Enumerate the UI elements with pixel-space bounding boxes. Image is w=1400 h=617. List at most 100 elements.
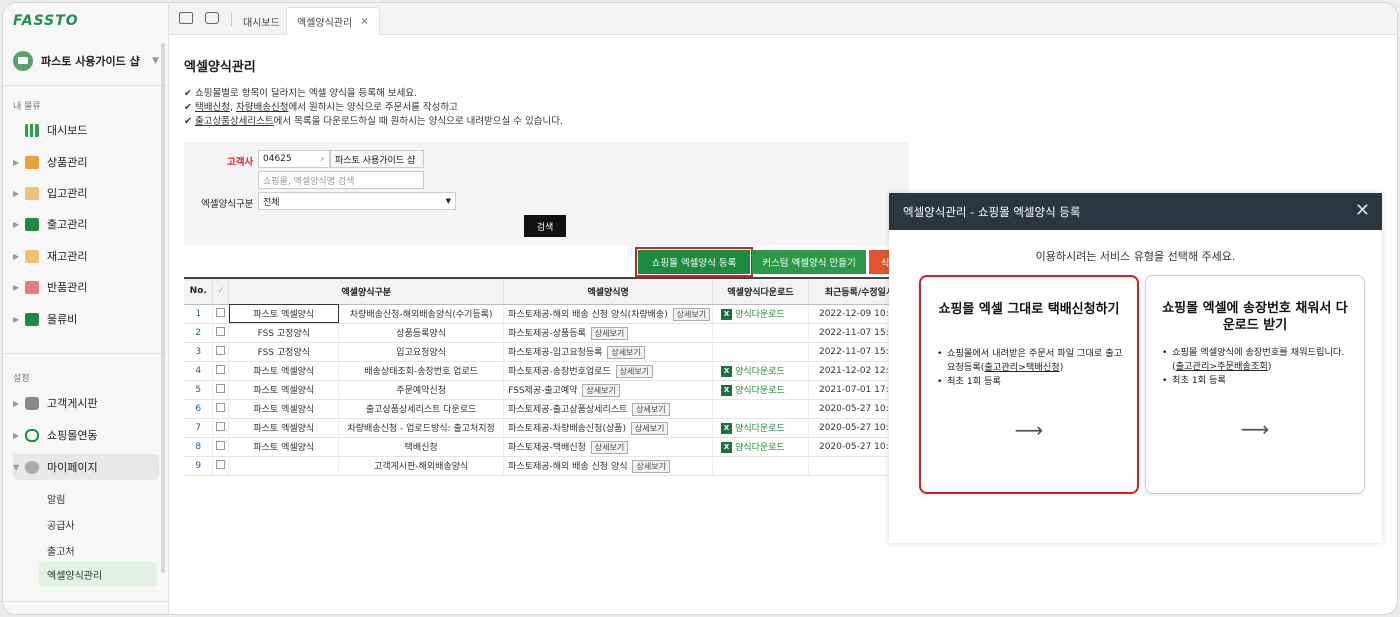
row-form-type: 파스토 엑셀양식 bbox=[228, 418, 340, 438]
divider bbox=[231, 12, 232, 26]
divider bbox=[3, 353, 169, 354]
table-row[interactable]: 8 파스토 엑셀양식 택배신청 파스토제공-택배신청 상세보기 X 양식다운로드 2020-… bbox=[184, 437, 912, 457]
row-checkbox[interactable] bbox=[212, 399, 230, 419]
excel-icon: X bbox=[721, 385, 733, 396]
bullet-text: ) bbox=[1059, 362, 1064, 373]
table-row[interactable]: 6 파스토 엑셀양식 출고상품상세리스트 다운로드 파스토제공-출고상품상세리스트 상… bbox=[184, 399, 912, 419]
sidebar-item-products[interactable]: ▶ 상품관리 bbox=[13, 149, 159, 175]
checkbox[interactable] bbox=[216, 440, 226, 450]
sidebar-subitem-destinations[interactable]: 출고처 bbox=[47, 543, 75, 558]
filter-panel: 고객사 04625 ⌕ 파스토 사용가이드 샵 쇼핑몰, 엑셀양식명 검색 엑셀… bbox=[184, 142, 909, 245]
row-form-type: 파스토 엑셀양식 bbox=[228, 304, 340, 324]
option-card-invoice[interactable]: 쇼핑몰 엑셀에 송장번호 채워서 다운로드 받기 쇼핑몰 엑셀양식에 송장번호를… bbox=[1145, 275, 1365, 494]
sidebar-item-label: 고객게시판 bbox=[47, 397, 98, 410]
row-checkbox[interactable] bbox=[212, 437, 230, 457]
search-icon[interactable]: ⌕ bbox=[320, 154, 325, 164]
sidebar-item-fees[interactable]: ▶ 물류비 bbox=[13, 306, 159, 332]
row-number: 3 bbox=[184, 342, 214, 362]
app-window: FASSTO 파스토 사용가이드 샵 ▼ 내 물류 대시보드 ▶ 상품관리 ▶ … bbox=[2, 2, 1398, 615]
note-text: ✔ 쇼핑몰별로 항목이 달라지는 엑셀 양식을 등록해 보세요. bbox=[184, 88, 418, 99]
note-link-vehicle[interactable]: 차량배송신청 bbox=[236, 102, 288, 113]
table-row[interactable]: 4 파스토 엑셀양식 배송상태조회-송장번호 업로드 파스토제공-송장번호업로드 상세… bbox=[184, 361, 912, 381]
sidebar-subitem-excel-forms[interactable]: 엑셀양식관리 bbox=[39, 562, 157, 587]
sidebar-subitem-suppliers[interactable]: 공급사 bbox=[47, 517, 75, 532]
excel-icon: X bbox=[721, 442, 733, 453]
row-checkbox[interactable] bbox=[212, 323, 230, 343]
type-select[interactable]: 전체 ▼ bbox=[258, 192, 456, 210]
checkbox[interactable] bbox=[216, 459, 226, 469]
download-link[interactable]: 양식다운로드 bbox=[735, 310, 785, 320]
detail-button[interactable]: 상세보기 bbox=[632, 459, 670, 473]
note-link-outbound-list[interactable]: 출고상품상세리스트 bbox=[195, 116, 274, 127]
search-input[interactable]: 쇼핑몰, 엑셀양식명 검색 bbox=[258, 171, 424, 189]
row-form-subtype: 입고요청양식 bbox=[338, 342, 505, 362]
detail-button[interactable]: 상세보기 bbox=[590, 440, 629, 454]
download-link[interactable]: 양식다운로드 bbox=[735, 367, 785, 377]
book-icon bbox=[25, 312, 39, 326]
sidebar-subitem-alerts[interactable]: 알림 bbox=[47, 491, 65, 506]
checkbox[interactable] bbox=[216, 364, 226, 374]
download-link[interactable]: 양식다운로드 bbox=[735, 443, 785, 453]
row-checkbox[interactable] bbox=[212, 380, 230, 400]
checkbox[interactable] bbox=[216, 421, 226, 431]
sidebar-item-inventory[interactable]: ▶ 재고관리 bbox=[13, 243, 159, 269]
row-checkbox[interactable] bbox=[212, 304, 230, 324]
table-row[interactable]: 5 파스토 엑셀양식 주문예약신청 FSS제공-출고예약 상세보기 X 양식다운로드 202… bbox=[184, 380, 912, 400]
sidebar-item-shop-link[interactable]: ▶ 쇼핑몰연동 bbox=[13, 422, 159, 448]
row-checkbox[interactable] bbox=[212, 361, 230, 381]
modal-title: 엑셀양식관리 - 쇼핑몰 엑셀양식 등록 bbox=[903, 204, 1081, 219]
sidebar-item-dashboard[interactable]: 대시보드 bbox=[13, 117, 159, 143]
sidebar-item-label: 쇼핑몰연동 bbox=[47, 429, 98, 442]
detail-button[interactable]: 상세보기 bbox=[630, 421, 669, 435]
option-card-parcel[interactable]: 쇼핑몰 엑셀 그대로 택배신청하기 쇼핑몰에서 내려받은 주문서 파일 그대로 … bbox=[919, 275, 1139, 494]
row-checkbox[interactable] bbox=[212, 418, 230, 438]
detail-button[interactable]: 상세보기 bbox=[615, 364, 654, 378]
table-row[interactable]: 1 파스토 엑셀양식 차량배송신청-해외배송양식(수기등록) 파스토제공-해외 배송 … bbox=[184, 304, 912, 324]
table-row[interactable]: 3 FSS 고정양식 입고요청양식 파스토제공-입고요청등록 상세보기 2022-11-… bbox=[184, 342, 912, 362]
row-form-type bbox=[228, 456, 340, 476]
table-row[interactable]: 2 FSS 고정양식 상품등록양식 파스토제공-상품등록 상세보기 2022-11-07… bbox=[184, 323, 912, 343]
main-content: 엑셀양식관리 ✔ 쇼핑몰별로 항목이 달라지는 엑셀 양식을 등록해 보세요. … bbox=[169, 35, 912, 614]
sidebar-item-mypage[interactable]: ▼ 마이페이지 bbox=[13, 454, 159, 480]
download-link[interactable]: 양식다운로드 bbox=[735, 424, 785, 434]
table-row[interactable]: 7 파스토 엑셀양식 차량배송신청 - 업로드방식: 출고처지정 파스토제공-차량배송… bbox=[184, 418, 912, 438]
chevron-right-icon: ▶ bbox=[13, 282, 20, 292]
close-tab-icon[interactable]: × bbox=[360, 16, 368, 27]
sidebar-item-board[interactable]: ▶ 고객게시판 bbox=[13, 390, 159, 416]
tab-excel-forms[interactable]: 엑셀양식관리 × bbox=[286, 7, 380, 35]
option-bullet: 최초 1회 등록 bbox=[1162, 374, 1350, 388]
checkbox[interactable] bbox=[216, 326, 226, 336]
sidebar-item-outbound[interactable]: ▶ 출고관리 bbox=[13, 211, 159, 237]
note-link-parcel[interactable]: 택배신청 bbox=[195, 102, 230, 113]
detail-button[interactable]: 상세보기 bbox=[607, 345, 645, 359]
panel-toggle-icon[interactable] bbox=[179, 12, 193, 24]
customer-code-field[interactable]: 04625 ⌕ bbox=[258, 150, 330, 168]
checkbox[interactable] bbox=[216, 383, 226, 393]
detail-button[interactable]: 상세보기 bbox=[632, 402, 670, 416]
customer-code-value: 04625 bbox=[263, 154, 292, 164]
option-title: 쇼핑몰 엑셀에 송장번호 채워서 다운로드 받기 bbox=[1162, 301, 1348, 333]
detail-button[interactable]: 상세보기 bbox=[582, 383, 620, 397]
sidebar-item-returns[interactable]: ▶ 반품관리 bbox=[13, 274, 159, 300]
checkbox[interactable] bbox=[216, 345, 226, 355]
customer-label: 고객사 bbox=[227, 157, 254, 168]
sidebar-scrollbar[interactable] bbox=[161, 43, 165, 573]
row-checkbox[interactable] bbox=[212, 342, 230, 362]
col-select[interactable]: ✓ bbox=[212, 277, 230, 305]
register-shop-excel-button[interactable]: 쇼핑몰 엑셀양식 등록 bbox=[635, 247, 753, 277]
checkbox[interactable] bbox=[216, 307, 226, 317]
sidebar-item-inbound[interactable]: ▶ 입고관리 bbox=[13, 180, 159, 206]
search-button[interactable]: 검색 bbox=[524, 215, 566, 237]
create-custom-excel-button[interactable]: 커스텀 엑셀양식 만들기 bbox=[752, 250, 866, 274]
return-icon bbox=[25, 280, 39, 294]
detail-button[interactable]: 상세보기 bbox=[672, 307, 711, 321]
checkbox[interactable] bbox=[216, 402, 226, 412]
window-settings-icon[interactable] bbox=[205, 12, 219, 24]
download-link[interactable]: 양식다운로드 bbox=[735, 386, 785, 396]
row-checkbox[interactable] bbox=[212, 456, 230, 476]
shop-selector[interactable]: 파스토 사용가이드 샵 ▼ bbox=[13, 47, 159, 75]
detail-button[interactable]: 상세보기 bbox=[590, 326, 629, 340]
tab-dashboard[interactable]: 대시보드 bbox=[233, 7, 290, 35]
table-row[interactable]: 9 고객게시판-해외배송양식 파스토제공-해외 배송 신청 양식 상세보기 bbox=[184, 456, 912, 476]
close-icon[interactable]: ✕ bbox=[1355, 202, 1370, 220]
